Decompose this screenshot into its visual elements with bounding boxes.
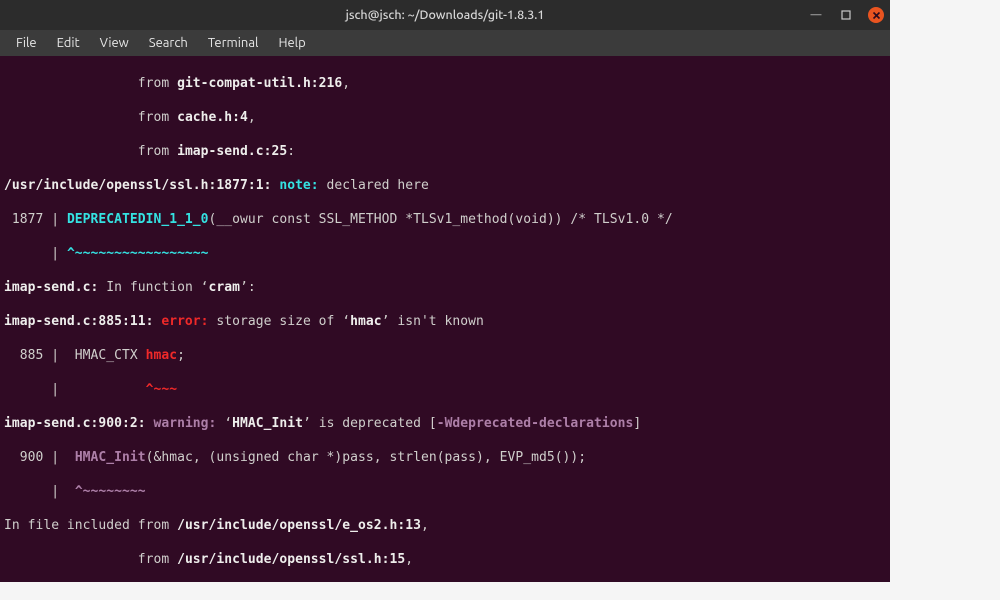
terminal-window: jsch@jsch: ~/Downloads/git-1.8.3.1 — Fil…: [0, 0, 890, 582]
maximize-icon: [841, 10, 851, 20]
output-line: 885 | HMAC_CTX hmac;: [4, 347, 886, 364]
output-line: 1877 | DEPRECATEDIN_1_1_0(__owur const S…: [4, 211, 886, 228]
output-line: /usr/include/openssl/ssl.h:1877:1: note:…: [4, 177, 886, 194]
maximize-button[interactable]: [838, 7, 854, 23]
close-icon: [872, 11, 881, 20]
output-line: imap-send.c:900:2: warning: ‘HMAC_Init’ …: [4, 415, 886, 432]
terminal-output[interactable]: from git-compat-util.h:216, from cache.h…: [0, 56, 890, 582]
output-line: 900 | HMAC_Init(&hmac, (unsigned char *)…: [4, 449, 886, 466]
menu-file[interactable]: File: [6, 32, 47, 54]
menu-edit[interactable]: Edit: [47, 32, 90, 54]
output-line: from cache.h:4,: [4, 109, 886, 126]
minimize-button[interactable]: —: [808, 7, 824, 23]
output-line: from /usr/include/openssl/ssl.h:15,: [4, 551, 886, 568]
output-line: imap-send.c: In function ‘cram’:: [4, 279, 886, 296]
close-button[interactable]: [868, 7, 884, 23]
output-line: from imap-send.c:25:: [4, 143, 886, 160]
output-line: | ^~~~~~~~~: [4, 483, 886, 500]
menu-terminal[interactable]: Terminal: [198, 32, 269, 54]
output-line: In file included from /usr/include/opens…: [4, 517, 886, 534]
titlebar: jsch@jsch: ~/Downloads/git-1.8.3.1 —: [0, 0, 890, 30]
menubar: File Edit View Search Terminal Help: [0, 30, 890, 56]
output-line: | ^~~~: [4, 381, 886, 398]
window-controls: —: [808, 0, 884, 30]
menu-help[interactable]: Help: [268, 32, 315, 54]
menu-search[interactable]: Search: [139, 32, 198, 54]
output-line: from git-compat-util.h:216,: [4, 75, 886, 92]
menu-view[interactable]: View: [90, 32, 139, 54]
window-title: jsch@jsch: ~/Downloads/git-1.8.3.1: [346, 8, 545, 22]
output-line: imap-send.c:885:11: error: storage size …: [4, 313, 886, 330]
output-line: | ^~~~~~~~~~~~~~~~~~: [4, 245, 886, 262]
